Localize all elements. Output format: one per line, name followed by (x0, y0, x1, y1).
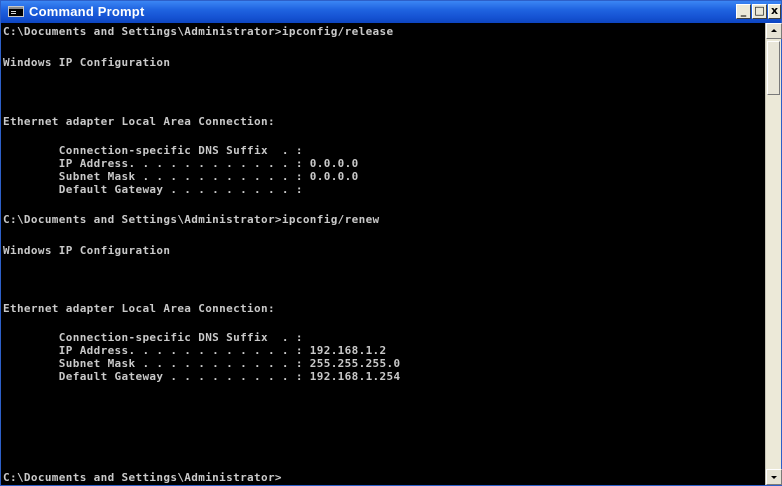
console-line-heading: Windows IP Configuration (3, 244, 171, 257)
console-line-adapter: Ethernet adapter Local Area Connection: (3, 115, 275, 128)
maximize-button[interactable]: □ (752, 4, 767, 19)
console-line-gateway: Default Gateway . . . . . . . . . : (3, 183, 303, 196)
console-line-dns-suffix: Connection-specific DNS Suffix . : (3, 144, 303, 157)
vertical-scrollbar[interactable] (765, 23, 782, 485)
console-line-dns-suffix: Connection-specific DNS Suffix . : (3, 331, 303, 344)
command-prompt-window: Command Prompt _ □ x C:\Documents and Se… (0, 0, 782, 486)
console-line-ip-address: IP Address. . . . . . . . . . . . : 0.0.… (3, 157, 359, 170)
console-line-current-prompt: C:\Documents and Settings\Administrator> (3, 471, 282, 484)
scrollbar-thumb[interactable] (767, 41, 780, 95)
console-line-adapter: Ethernet adapter Local Area Connection: (3, 302, 275, 315)
arrow-up-icon (771, 29, 777, 32)
console-line-subnet-mask: Subnet Mask . . . . . . . . . . . : 0.0.… (3, 170, 359, 183)
window-title: Command Prompt (29, 4, 145, 19)
scroll-down-button[interactable] (766, 469, 782, 485)
minimize-button[interactable]: _ (736, 4, 751, 19)
scroll-up-button[interactable] (766, 23, 782, 39)
console-line-prompt-renew: C:\Documents and Settings\Administrator>… (3, 213, 380, 226)
console-line-subnet-mask: Subnet Mask . . . . . . . . . . . : 255.… (3, 357, 401, 370)
arrow-down-icon (771, 476, 777, 479)
console-line-ip-address: IP Address. . . . . . . . . . . . : 192.… (3, 344, 387, 357)
console-line-gateway: Default Gateway . . . . . . . . . : 192.… (3, 370, 401, 383)
close-button[interactable]: x (768, 4, 781, 19)
console-line-heading: Windows IP Configuration (3, 56, 171, 69)
console-line-prompt-release: C:\Documents and Settings\Administrator>… (3, 25, 394, 38)
title-bar[interactable]: Command Prompt _ □ x (1, 1, 781, 23)
console-output[interactable]: C:\Documents and Settings\Administrator>… (1, 23, 765, 485)
cmd-window-icon[interactable] (8, 6, 24, 17)
